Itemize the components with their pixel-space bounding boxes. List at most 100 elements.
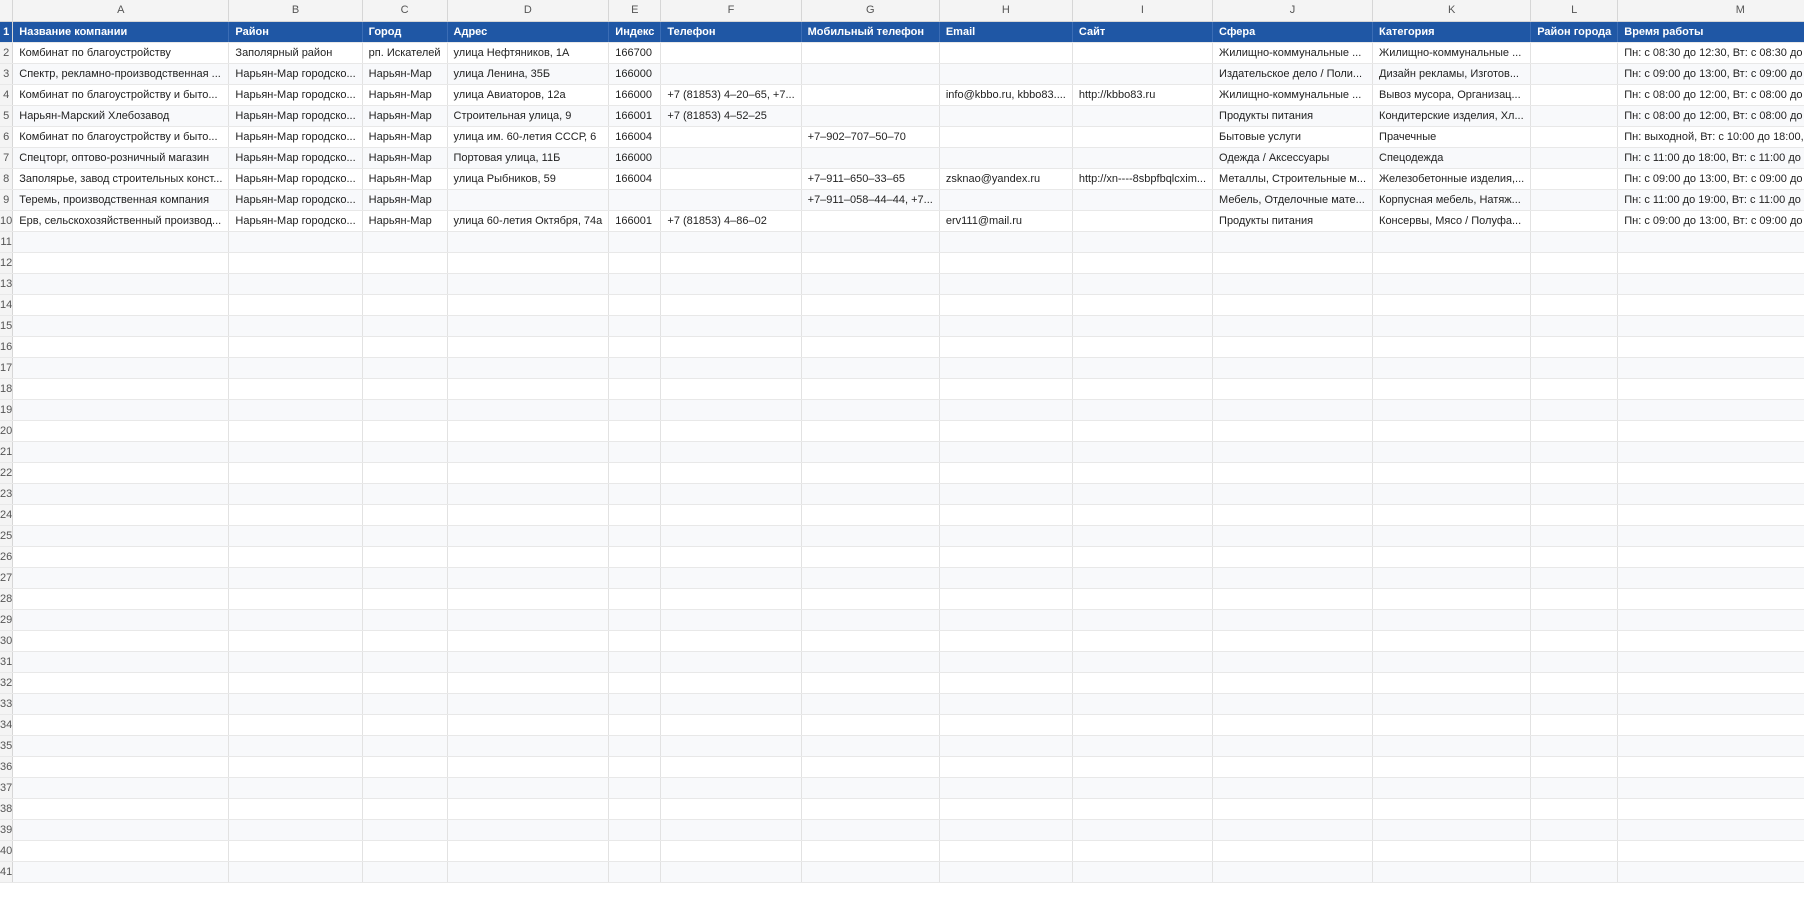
grid-cell[interactable] (1372, 735, 1532, 757)
grid-cell[interactable] (362, 756, 448, 778)
grid-cell[interactable] (939, 630, 1073, 652)
grid-cell[interactable] (362, 273, 448, 295)
header-cell[interactable]: Категория (1372, 21, 1532, 43)
grid-cell[interactable] (1072, 525, 1214, 547)
grid-cell[interactable] (228, 840, 363, 862)
grid-cell[interactable] (1212, 504, 1374, 526)
grid-cell[interactable] (801, 441, 940, 463)
grid-cell[interactable] (228, 630, 363, 652)
grid-cell[interactable]: улица Нефтяников, 1А (447, 42, 610, 64)
row-number[interactable]: 35 (0, 735, 14, 757)
grid-cell[interactable] (1372, 357, 1532, 379)
grid-cell[interactable] (447, 357, 610, 379)
grid-cell[interactable] (1530, 693, 1619, 715)
grid-cell[interactable] (1212, 630, 1374, 652)
grid-cell[interactable] (1212, 588, 1374, 610)
grid-cell[interactable] (1072, 315, 1214, 337)
grid-cell[interactable] (660, 399, 802, 421)
grid-cell[interactable]: +7 (81853) 4–86–02 (660, 210, 802, 232)
grid-cell[interactable] (1072, 294, 1214, 316)
grid-cell[interactable] (939, 819, 1073, 841)
grid-cell[interactable] (1530, 420, 1619, 442)
grid-cell[interactable] (660, 672, 802, 694)
grid-cell[interactable] (608, 462, 662, 484)
grid-cell[interactable] (362, 693, 448, 715)
grid-cell[interactable] (608, 840, 662, 862)
grid-cell[interactable] (608, 546, 662, 568)
grid-cell[interactable] (939, 126, 1073, 148)
grid-cell[interactable] (1372, 441, 1532, 463)
grid-cell[interactable] (12, 714, 230, 736)
grid-cell[interactable] (12, 567, 230, 589)
grid-cell[interactable] (608, 315, 662, 337)
grid-cell[interactable] (228, 357, 363, 379)
header-cell[interactable]: Район города (1530, 21, 1619, 43)
grid-cell[interactable] (1617, 273, 1804, 295)
grid-cell[interactable] (1072, 735, 1214, 757)
grid-cell[interactable] (447, 483, 610, 505)
grid-cell[interactable] (939, 441, 1073, 463)
grid-cell[interactable]: Портовая улица, 11Б (447, 147, 610, 169)
grid-cell[interactable] (1530, 525, 1619, 547)
column-header[interactable]: C (362, 0, 448, 22)
grid-cell[interactable] (939, 756, 1073, 778)
grid-cell[interactable] (608, 756, 662, 778)
grid-cell[interactable] (660, 273, 802, 295)
grid-cell[interactable] (1530, 462, 1619, 484)
grid-cell[interactable] (362, 441, 448, 463)
grid-cell[interactable] (1530, 210, 1619, 232)
grid-cell[interactable] (660, 336, 802, 358)
grid-cell[interactable] (608, 861, 662, 883)
header-cell[interactable]: Время работы (1617, 21, 1804, 43)
grid-cell[interactable]: улица Ленина, 35Б (447, 63, 610, 85)
grid-cell[interactable] (801, 756, 940, 778)
grid-cell[interactable] (1372, 567, 1532, 589)
grid-cell[interactable] (1530, 609, 1619, 631)
grid-cell[interactable]: 166700 (608, 42, 662, 64)
grid-cell[interactable]: http://xn----8sbpfbqlcxim... (1072, 168, 1214, 190)
grid-cell[interactable] (801, 861, 940, 883)
header-cell[interactable]: Сайт (1072, 21, 1214, 43)
column-header[interactable]: K (1372, 0, 1532, 22)
grid-cell[interactable]: Нарьян-Мар (362, 105, 448, 127)
grid-cell[interactable] (12, 231, 230, 253)
grid-cell[interactable] (12, 651, 230, 673)
grid-cell[interactable] (608, 798, 662, 820)
grid-cell[interactable] (1212, 399, 1374, 421)
grid-cell[interactable] (1212, 546, 1374, 568)
grid-cell[interactable] (1617, 630, 1804, 652)
grid-cell[interactable] (228, 378, 363, 400)
grid-cell[interactable] (12, 777, 230, 799)
grid-cell[interactable]: Нарьян-Мар (362, 84, 448, 106)
row-number[interactable]: 2 (0, 42, 14, 64)
grid-cell[interactable] (1530, 252, 1619, 274)
grid-cell[interactable] (447, 378, 610, 400)
row-number[interactable]: 7 (0, 147, 14, 169)
grid-cell[interactable] (801, 63, 940, 85)
grid-cell[interactable] (12, 483, 230, 505)
grid-cell[interactable] (608, 693, 662, 715)
grid-cell[interactable] (1617, 525, 1804, 547)
grid-cell[interactable] (362, 798, 448, 820)
grid-cell[interactable] (939, 735, 1073, 757)
grid-cell[interactable] (12, 735, 230, 757)
grid-cell[interactable] (1617, 798, 1804, 820)
grid-cell[interactable] (660, 651, 802, 673)
grid-cell[interactable]: Спецторг, оптово-розничный магазин (12, 147, 230, 169)
grid-cell[interactable] (939, 483, 1073, 505)
grid-cell[interactable] (12, 378, 230, 400)
grid-cell[interactable] (1372, 693, 1532, 715)
grid-cell[interactable] (228, 819, 363, 841)
grid-cell[interactable] (228, 756, 363, 778)
grid-cell[interactable] (1072, 378, 1214, 400)
grid-cell[interactable] (228, 714, 363, 736)
grid-cell[interactable]: Продукты питания (1212, 105, 1374, 127)
grid-cell[interactable] (1617, 315, 1804, 337)
grid-cell[interactable]: Нарьян-Мар городско... (228, 168, 363, 190)
grid-cell[interactable] (801, 840, 940, 862)
grid-cell[interactable] (362, 504, 448, 526)
grid-cell[interactable]: Нарьян-Мар городско... (228, 147, 363, 169)
grid-cell[interactable] (362, 231, 448, 253)
grid-cell[interactable] (608, 252, 662, 274)
grid-cell[interactable] (1530, 546, 1619, 568)
